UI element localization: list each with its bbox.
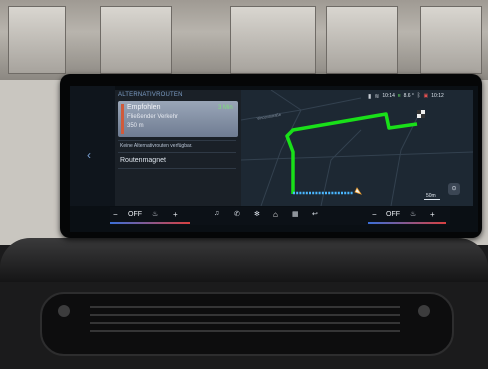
background-window [100,6,172,74]
vent-knob[interactable] [418,305,430,317]
back-icon[interactable]: ↩ [312,210,318,218]
chevron-left-icon[interactable]: ‹ [87,148,91,162]
status-bar: ▮ ≋ 10:14 ʀ 8.6 ° ᛒ ▣ 10:12 [368,92,444,100]
route-line [285,112,418,194]
temp-left-state[interactable]: OFF [128,211,142,218]
route-magnet-item[interactable]: Routenmagnet [120,157,166,164]
temp-right-state[interactable]: OFF [386,211,400,218]
music-icon[interactable]: ♫ [214,210,219,217]
vent-slat [90,306,400,308]
background-window [230,6,316,74]
vent-knob[interactable] [58,305,70,317]
map-scale-bar [424,199,440,200]
eco-icon: ʀ [397,93,401,99]
phone-icon[interactable]: ✆ [234,210,240,218]
route-traffic: Fließender Verkehr [127,114,179,120]
background-window [8,6,66,74]
vehicle-position-icon [354,187,362,195]
map-road [270,90,302,111]
vent-slat [90,330,400,332]
home-icon[interactable]: ⌂ [273,210,278,219]
phone-status-icon: ▮ [368,93,372,100]
divider [118,168,236,169]
vent-slat [90,314,400,316]
background-window [420,6,482,74]
vent-slat [90,322,400,324]
route-distance: 350 m [127,123,144,129]
signal-icon: ≋ [374,93,380,100]
bluetooth-icon: ᛒ [416,93,421,99]
temp-right-minus-button[interactable]: − [372,210,377,219]
route-time: 3 Min [218,105,233,111]
panel-title: ALTERNATIVROUTEN [118,92,183,98]
map-canvas: Vincentstraße [241,90,473,206]
temp-right-plus-button[interactable]: + [430,210,435,219]
left-temp-indicator [110,222,190,224]
navigation-map[interactable]: Vincentstraße [241,90,473,206]
divider [118,140,236,141]
compass-button[interactable]: ⊙ [448,183,460,195]
right-temp-indicator [368,222,446,224]
temp-left-plus-button[interactable]: + [173,210,178,219]
no-alternatives-text: Keine Alternativrouten verfügbar. [120,143,193,149]
status-time-right: 10:12 [431,93,444,99]
apps-icon[interactable]: ▦ [292,210,299,218]
divider [118,152,236,153]
air-vent [40,292,454,356]
status-time-left: 10:14 [382,93,395,99]
outside-temperature: 8.6 ° [403,93,414,99]
left-gutter [70,86,115,206]
dashboard-top [0,238,488,282]
street-label: Vincentstraße [256,112,282,121]
map-road [241,151,473,161]
route-traffic-indicator [121,104,124,134]
background-window [326,6,398,74]
route-title: Empfohlen [127,104,161,111]
message-icon: ▣ [423,93,429,99]
seat-heat-icon[interactable]: ♨ [410,210,416,218]
fan-icon[interactable]: ✻ [254,210,260,218]
seat-heat-icon[interactable]: ♨ [152,210,158,218]
temp-left-minus-button[interactable]: − [113,210,118,219]
map-road [320,129,362,206]
